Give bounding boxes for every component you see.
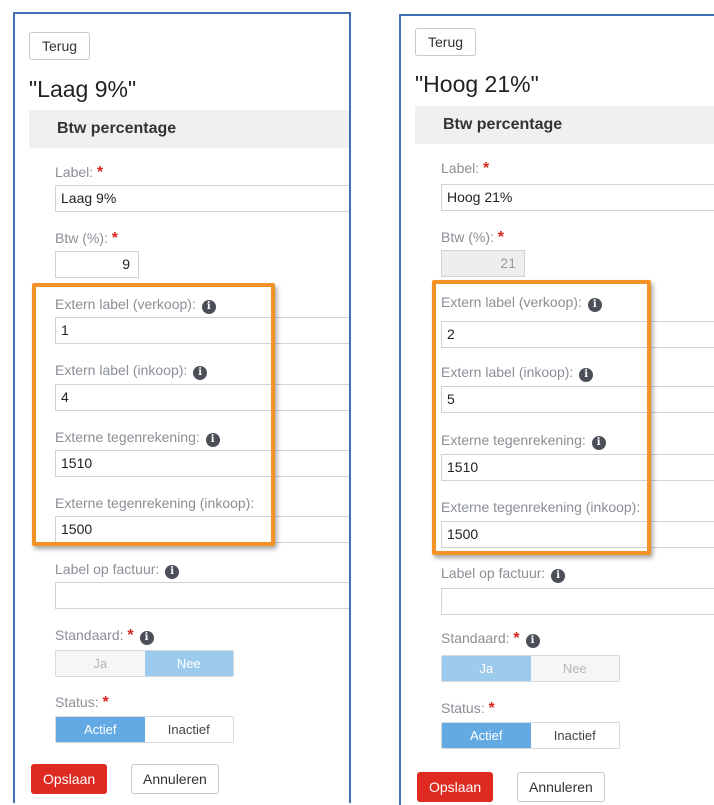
status-toggle: Actief Inactief [441, 722, 620, 749]
invoice-label-label: Label op factuur: i [55, 561, 180, 579]
status-option-active[interactable]: Actief [56, 717, 145, 742]
standard-option-no[interactable]: Nee [144, 651, 233, 676]
save-button[interactable]: Opslaan [31, 764, 108, 794]
info-icon[interactable]: i [201, 300, 216, 314]
info-icon[interactable]: i [591, 436, 606, 450]
label-field-label: Label: * [55, 164, 104, 181]
required-marker: * [111, 230, 119, 247]
status-label: Status: * [441, 700, 495, 717]
required-marker: * [97, 164, 104, 181]
ext-counter-account-purchase-input[interactable]: 1500 [441, 521, 714, 548]
ext-label-sale-label: Extern label (verkoop): i [441, 294, 602, 312]
ext-counter-account-purchase-label: Externe tegenrekening (inkoop): [55, 495, 255, 511]
vat-form-panel-laag: Terug "Laag 9%" Btw percentage Label: * … [13, 12, 351, 803]
invoice-label-input[interactable] [55, 582, 349, 609]
required-marker: * [488, 700, 495, 717]
ext-counter-account-label: Externe tegenrekening: i [441, 432, 606, 450]
ext-label-sale-input[interactable]: 2 [441, 321, 714, 348]
required-marker: * [127, 627, 134, 644]
status-option-active[interactable]: Actief [442, 723, 531, 748]
status-option-inactive[interactable]: Inactief [144, 717, 233, 742]
ext-label-purchase-input[interactable]: 5 [441, 386, 714, 413]
status-toggle: Actief Inactief [55, 716, 234, 743]
label-field-label: Label: * [441, 160, 490, 177]
cancel-button[interactable]: Annuleren [131, 764, 219, 794]
ext-label-sale-label: Extern label (verkoop): i [55, 296, 216, 314]
status-label: Status: * [55, 694, 109, 711]
info-icon[interactable]: i [579, 368, 594, 382]
ext-label-purchase-label: Extern label (inkoop): i [441, 364, 594, 382]
btw-field-label: Btw (%): * [55, 230, 119, 247]
info-icon[interactable]: i [551, 569, 566, 583]
info-icon[interactable]: i [525, 634, 540, 648]
ext-label-purchase-label: Extern label (inkoop): i [55, 362, 208, 380]
btw-percentage-input[interactable]: 9 [55, 251, 139, 278]
vat-form-panel-hoog: Terug "Hoog 21%" Btw percentage Label: *… [399, 14, 714, 805]
invoice-label-label: Label op factuur: i [441, 565, 566, 583]
standard-toggle: Ja Nee [441, 655, 620, 682]
required-marker: * [513, 630, 520, 647]
section-header: Btw percentage [29, 110, 349, 148]
ext-counter-account-purchase-input[interactable]: 1500 [55, 516, 349, 543]
btw-percentage-input: 21 [441, 250, 525, 277]
ext-counter-account-purchase-label: Externe tegenrekening (inkoop): [441, 499, 641, 515]
standard-option-no[interactable]: Nee [530, 656, 619, 681]
label-input[interactable]: Hoog 21% [441, 184, 714, 211]
standard-option-yes[interactable]: Ja [442, 656, 531, 681]
status-option-inactive[interactable]: Inactief [530, 723, 619, 748]
info-icon[interactable]: i [205, 433, 220, 447]
ext-label-sale-input[interactable]: 1 [55, 317, 349, 344]
invoice-label-input[interactable] [441, 588, 714, 615]
info-icon[interactable]: i [165, 565, 180, 579]
required-marker: * [497, 229, 505, 246]
required-marker: * [102, 694, 109, 711]
info-icon[interactable]: i [193, 366, 208, 380]
back-button[interactable]: Terug [29, 32, 91, 60]
section-header: Btw percentage [415, 106, 714, 144]
ext-label-purchase-input[interactable]: 4 [55, 384, 349, 411]
page-title: "Laag 9%" [29, 76, 137, 102]
standard-label: Standaard: * i [441, 630, 540, 648]
ext-counter-account-label: Externe tegenrekening: i [55, 429, 220, 447]
cancel-button[interactable]: Annuleren [517, 772, 605, 802]
standard-toggle: Ja Nee [55, 650, 234, 677]
info-icon[interactable]: i [139, 631, 154, 645]
required-marker: * [483, 160, 490, 177]
label-input[interactable]: Laag 9% [55, 185, 349, 212]
info-icon[interactable]: i [587, 298, 602, 312]
standard-option-yes[interactable]: Ja [56, 651, 145, 676]
save-button[interactable]: Opslaan [417, 772, 494, 802]
page-title: "Hoog 21%" [415, 71, 539, 97]
ext-counter-account-input[interactable]: 1510 [441, 454, 714, 481]
ext-counter-account-input[interactable]: 1510 [55, 450, 349, 477]
back-button[interactable]: Terug [415, 28, 477, 56]
btw-field-label: Btw (%): * [441, 229, 505, 246]
standard-label: Standaard: * i [55, 627, 154, 645]
